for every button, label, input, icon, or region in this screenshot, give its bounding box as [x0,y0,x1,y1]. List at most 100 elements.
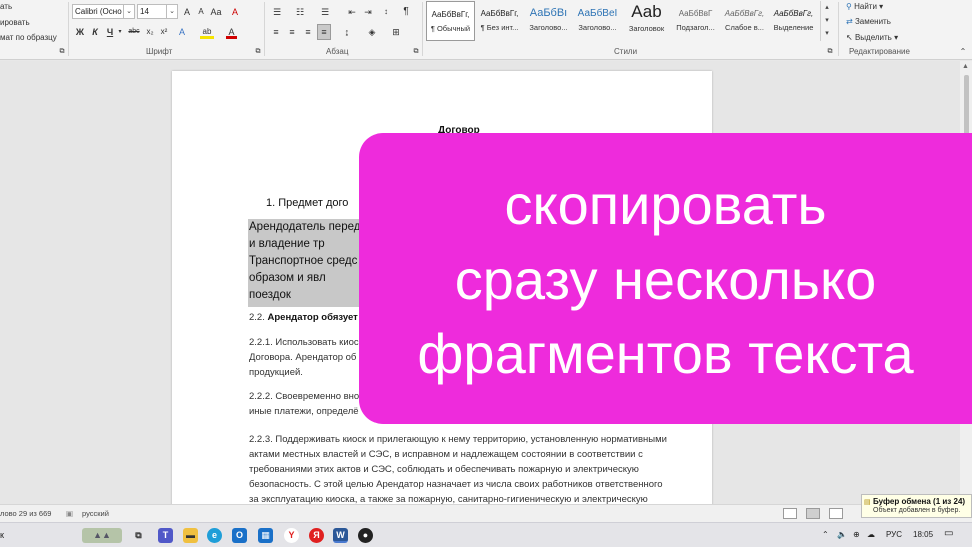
paragraph-line: 2.2.2. Своевременно вно [249,391,360,402]
paragraph-line: Договора. Арендатор об [249,352,357,363]
show-formatting-button[interactable]: ¶ [400,5,412,19]
clock[interactable]: 18:05 [913,530,933,539]
collapse-ribbon-icon[interactable]: ⌃ [958,45,968,59]
style-emphasis[interactable]: АаБбВвГг, Выделение [769,1,818,41]
teams-icon[interactable]: T [158,528,173,543]
font-name-dropdown-icon[interactable]: ⌄ [124,4,135,19]
style-no-spacing[interactable]: АаБбВвГг, ¶ Без инт... [475,1,524,41]
outlook-icon[interactable]: O [232,528,247,543]
speaker-icon[interactable]: 🔈 [837,530,847,539]
chevron-up-icon[interactable]: ⌃ [822,530,829,539]
read-mode-button[interactable] [783,508,797,519]
underline-button[interactable]: Ч [105,25,115,39]
justify-icon[interactable]: ≡ [317,24,331,40]
font-color-button[interactable]: A [226,25,237,39]
line-spacing-icon[interactable]: ↨ [340,25,354,39]
decrease-indent-icon[interactable]: ⇤ [346,5,358,19]
yandex-icon[interactable]: Я [309,528,324,543]
file-explorer-icon[interactable]: ▬ [183,528,198,543]
shading-icon[interactable]: ◈ [365,25,379,39]
paste-button-label[interactable]: ать [0,2,12,11]
more-styles-icon[interactable]: ▾ [821,27,833,40]
group-separator [422,2,423,56]
font-group-label: Шрифт [146,47,173,56]
store-icon[interactable]: ▦ [258,528,273,543]
format-painter-button[interactable]: мат по образцу [0,33,57,42]
subscript-button[interactable]: x₂ [144,25,156,39]
text-effects-button[interactable]: A [176,25,188,39]
spellcheck-icon[interactable]: ▣ [66,509,73,518]
find-button[interactable]: ⚲ Найти ▾ [846,2,883,11]
keyboard-language[interactable]: РУС [886,530,902,539]
multilevel-list-icon[interactable]: ☰ [318,5,332,19]
bold-button[interactable]: Ж [75,25,85,39]
select-label: Выделить [854,33,892,42]
font-size-dropdown-icon[interactable]: ⌄ [167,4,178,19]
clear-formatting-button[interactable]: A [229,5,241,19]
chevron-down-icon[interactable]: ▾ [821,14,833,27]
style-name: ¶ Обычный [430,24,471,33]
style-subtle-emphasis[interactable]: АаБбВвГг, Слабое в... [720,1,769,41]
styles-group-label: Стили [614,47,638,56]
styles-gallery-scroll: ▴ ▾ ▾ [820,1,833,41]
notifications-icon[interactable]: ▭ [944,528,953,539]
bullets-icon[interactable]: ☰ [270,5,284,19]
copy-button[interactable]: ировать [0,18,30,27]
font-launcher-icon[interactable]: ⧉ [254,45,262,59]
yandex-browser-icon[interactable]: Y [284,528,299,543]
word-icon[interactable]: W [333,528,348,543]
selected-text-line: Транспортное средс [249,255,358,267]
grow-font-button[interactable]: A [182,5,192,19]
style-subtitle[interactable]: АаБбВвГ Подзагол... [671,1,720,41]
align-center-icon[interactable]: ≡ [286,25,298,39]
font-size-field[interactable]: 14 [137,4,167,19]
strikethrough-button[interactable]: abc [127,25,141,39]
sort-icon[interactable]: ↕ [380,5,392,19]
align-left-icon[interactable]: ≡ [270,25,282,39]
style-normal[interactable]: АаБбВвГг, ¶ Обычный [426,1,475,41]
change-case-button[interactable]: Аа [210,5,222,19]
highlight-button[interactable]: ab [200,25,214,39]
style-heading-1[interactable]: АаБбВı Заголово... [524,1,573,41]
replace-button[interactable]: ⇄ Заменить [846,17,891,26]
underline-dropdown-icon[interactable]: ▾ [116,25,124,39]
style-sample: АаБбВвГг, [480,9,519,18]
chevron-up-icon[interactable]: ▴ [821,1,833,14]
ribbon: ать ировать мат по образцу ⧉ Calibri (Ос… [0,0,972,60]
styles-launcher-icon[interactable]: ⧉ [826,45,834,59]
obs-icon[interactable]: ● [358,528,373,543]
borders-icon[interactable]: ⊞ [389,25,403,39]
clipboard-launcher-icon[interactable]: ⧉ [58,45,66,59]
edge-icon[interactable]: e [207,528,222,543]
font-name-field[interactable]: Calibri (Осно [72,4,124,19]
selected-text-line: и владение тр [249,238,325,250]
scroll-up-icon[interactable]: ▲ [962,63,969,70]
style-name: Подзагол... [676,23,715,32]
style-name: Заголово... [529,23,568,32]
clipboard-toast[interactable]: ▤ Буфер обмена (1 из 24) Объект добавлен… [861,494,972,518]
paragraph-line: актами местных властей и СЭС, в исправно… [249,449,643,460]
align-right-icon[interactable]: ≡ [302,25,314,39]
numbering-icon[interactable]: ☷ [293,5,307,19]
paragraph-launcher-icon[interactable]: ⧉ [412,45,420,59]
italic-button[interactable]: К [90,25,100,39]
web-layout-button[interactable] [829,508,843,519]
shrink-font-button[interactable]: A [196,5,206,19]
find-label: Найти [854,2,877,11]
search-box-fragment[interactable]: к [0,530,4,540]
widgets-icon[interactable]: ▲▲ [82,528,122,543]
select-button[interactable]: ↖ Выделить ▾ [846,33,898,42]
network-icon[interactable]: ⊕ [853,530,860,539]
word-count[interactable]: лово 29 из 669 [0,509,51,518]
language-indicator[interactable]: русский [82,509,109,518]
paragraph-line: продукцией. [249,367,303,378]
style-name: ¶ Без инт... [480,23,519,32]
cloud-icon[interactable]: ☁ [867,530,875,539]
style-title[interactable]: Ааb Заголовок [622,1,671,41]
style-heading-2[interactable]: АаБбВеI Заголово... [573,1,622,41]
increase-indent-icon[interactable]: ⇥ [362,5,374,19]
task-view-icon[interactable]: ⧉ [131,528,146,543]
superscript-button[interactable]: x² [158,25,170,39]
print-layout-button[interactable] [806,508,820,519]
style-sample: Ааb [631,2,662,21]
